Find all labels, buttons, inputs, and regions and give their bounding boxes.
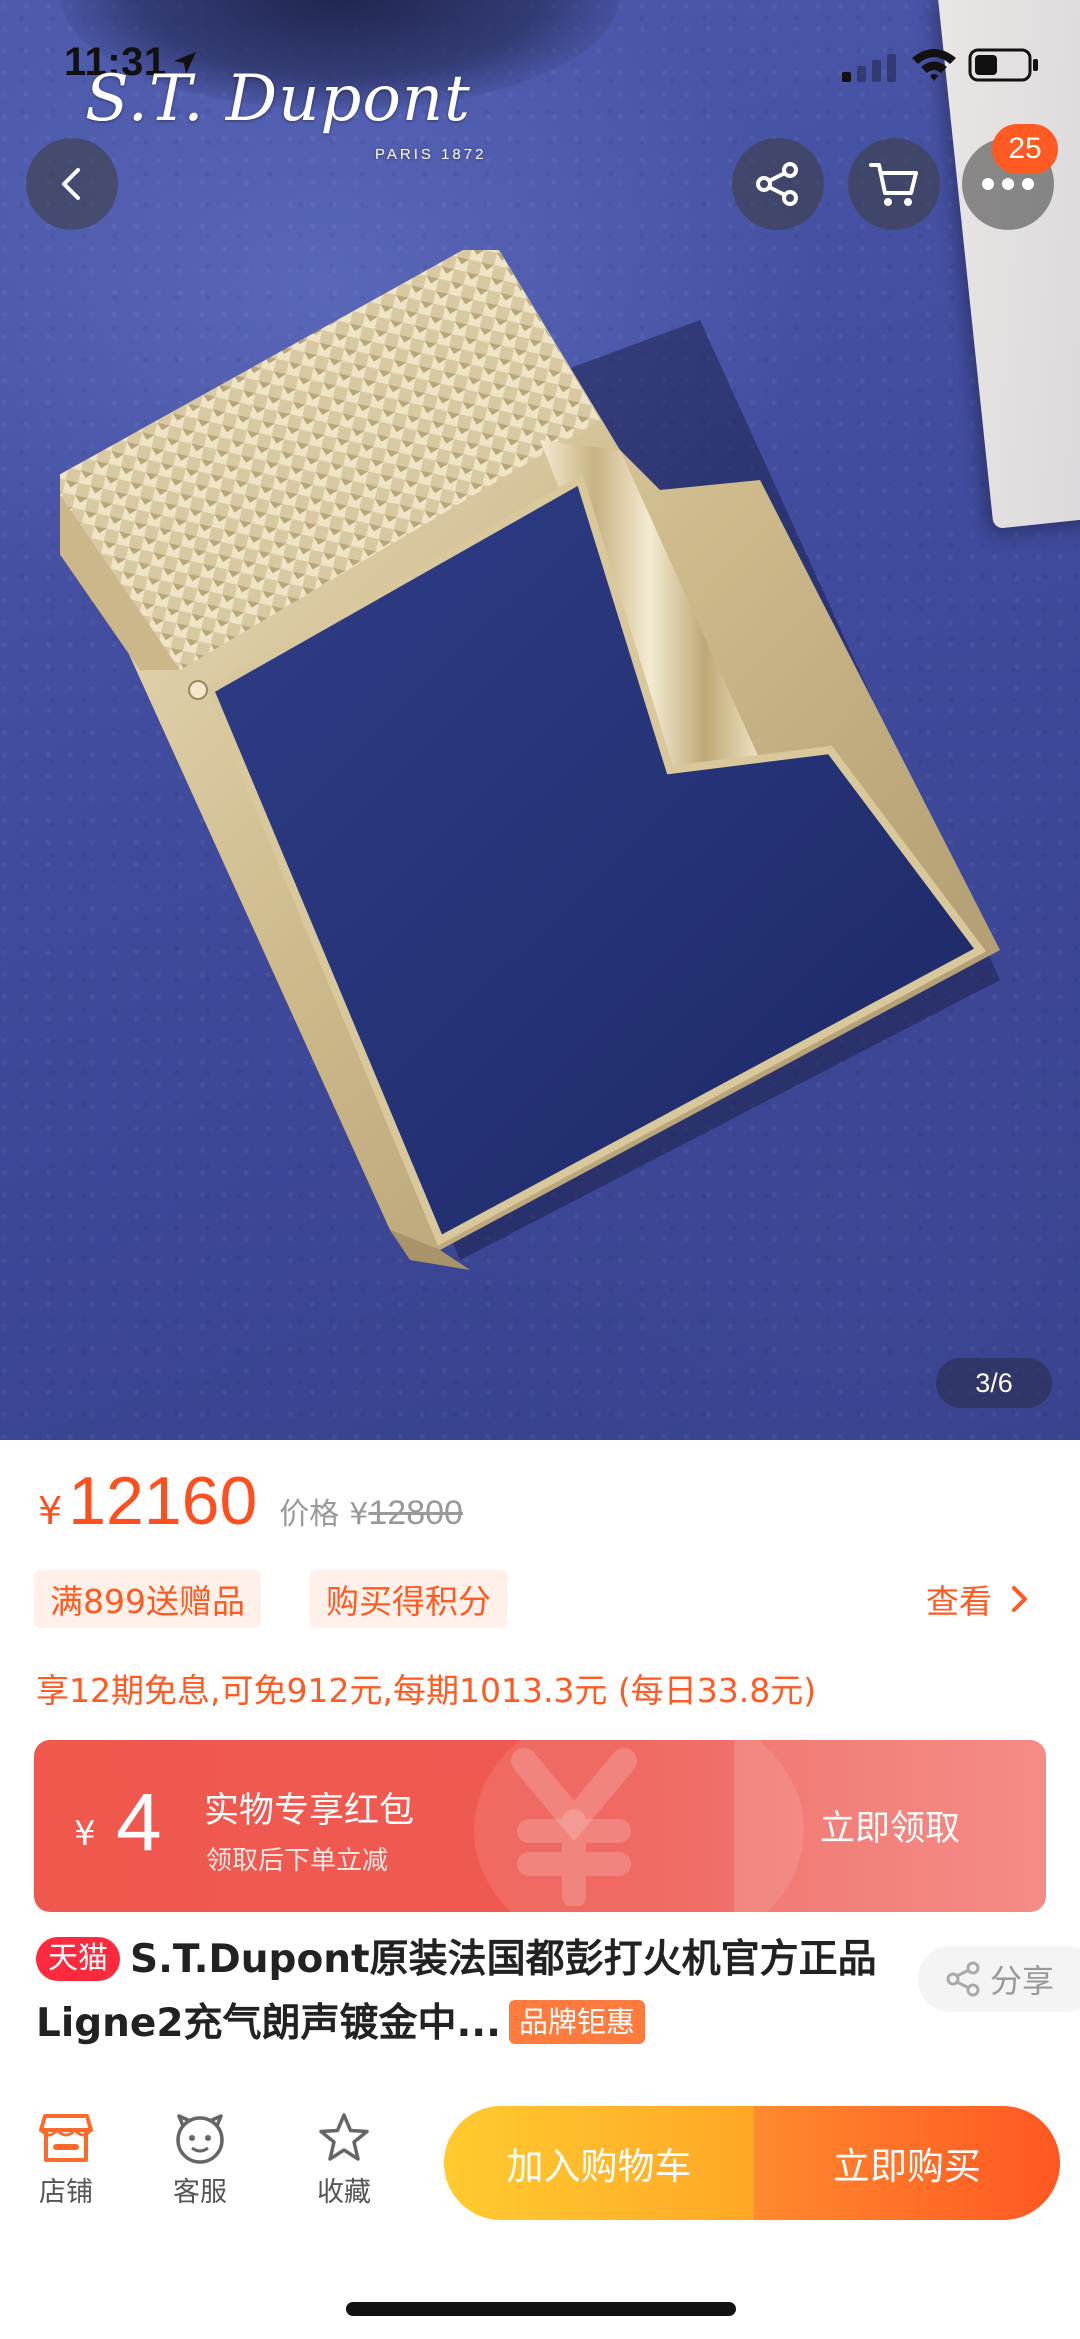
share-button[interactable] (732, 138, 824, 230)
brand-logo: S.T. Dupont PARIS 1872 (85, 62, 483, 163)
bottom-action-bar: 店铺 客服 收藏 加入购物车 立即购买 (0, 2090, 1080, 2260)
cellular-signal-icon (842, 54, 896, 82)
product-title-block: 天猫 S.T.Dupont原装法国都彭打火机官方正品Ligne2充气朗声镀金中..… (36, 1928, 916, 2056)
favorite-button[interactable]: 收藏 (294, 2112, 394, 2209)
brand-logo-subtext: PARIS 1872 (375, 146, 487, 163)
battery-icon (968, 48, 1038, 82)
share-icon (756, 162, 798, 206)
promo-tag-points[interactable]: 购买得积分 (310, 1570, 507, 1628)
share-product-button[interactable]: 分享 (918, 1946, 1080, 2012)
coupon-title: 实物专享红包 (204, 1791, 415, 1831)
original-price-label: 价格 (279, 1497, 340, 1532)
brand-deal-tag: 品牌钜惠 (508, 2000, 645, 2044)
star-icon (319, 2113, 369, 2161)
original-price: 12800 (368, 1494, 463, 1532)
cart-count-badge: 25 (992, 124, 1058, 174)
installment-info[interactable]: 享12期免息,可免912元,每期1013.3元 (每日33.8元) (36, 1664, 816, 1712)
add-to-cart-button[interactable]: 加入购物车 (444, 2106, 754, 2220)
coupon-currency: ¥ (74, 1814, 96, 1854)
coupon-amount: 4 (116, 1777, 162, 1868)
chevron-right-icon (1012, 1586, 1027, 1612)
promo-tag-gift[interactable]: 满899送赠品 (34, 1570, 261, 1628)
view-promos-label: 查看 (926, 1582, 992, 1621)
claim-coupon-button[interactable]: 立即领取 (820, 1800, 960, 1851)
shop-label: 店铺 (39, 2177, 93, 2208)
lighter-product-photo (60, 250, 1000, 1270)
customer-service-button[interactable]: 客服 (150, 2112, 250, 2209)
yen-watermark-icon (511, 1748, 637, 1906)
promo-row: 满899送赠品 购买得积分 查看 (34, 1570, 1080, 1630)
purchase-actions: 加入购物车 立即购买 (444, 2106, 1060, 2220)
price-row: ¥ 12160 价格 ¥ 12800 (38, 1462, 463, 1552)
cart-button[interactable] (848, 138, 940, 230)
shop-icon (39, 2114, 93, 2162)
buy-now-button[interactable]: 立即购买 (754, 2106, 1060, 2220)
back-button[interactable] (26, 138, 118, 230)
more-dots-icon (982, 178, 1034, 190)
brand-logo-text: S.T. Dupont (85, 62, 471, 136)
customer-service-label: 客服 (173, 2177, 227, 2208)
view-promos-link[interactable]: 查看 (926, 1570, 1034, 1628)
coupon-banner[interactable]: ¥ 4 实物专享红包 领取后下单立减 立即领取 (34, 1740, 1046, 1912)
shop-button[interactable]: 店铺 (16, 2112, 116, 2209)
home-indicator[interactable] (346, 2302, 736, 2316)
original-price-currency: ¥ (349, 1497, 369, 1532)
coupon-subtitle: 领取后下单立减 (206, 1846, 389, 1876)
cart-icon (869, 163, 918, 206)
share-label: 分享 (990, 1962, 1055, 2000)
tmall-tag: 天猫 (36, 1937, 120, 1981)
chevron-left-icon (62, 168, 80, 200)
product-title: S.T.Dupont原装法国都彭打火机官方正品Ligne2充气朗声镀金中... (36, 1937, 877, 2046)
image-counter: 3/6 (936, 1358, 1052, 1408)
price-currency: ¥ (38, 1489, 63, 1533)
favorite-label: 收藏 (317, 2177, 371, 2208)
wifi-icon (912, 49, 956, 81)
current-price: 12160 (68, 1463, 258, 1539)
customer-service-icon (176, 2114, 224, 2164)
share-icon (946, 1961, 980, 1997)
